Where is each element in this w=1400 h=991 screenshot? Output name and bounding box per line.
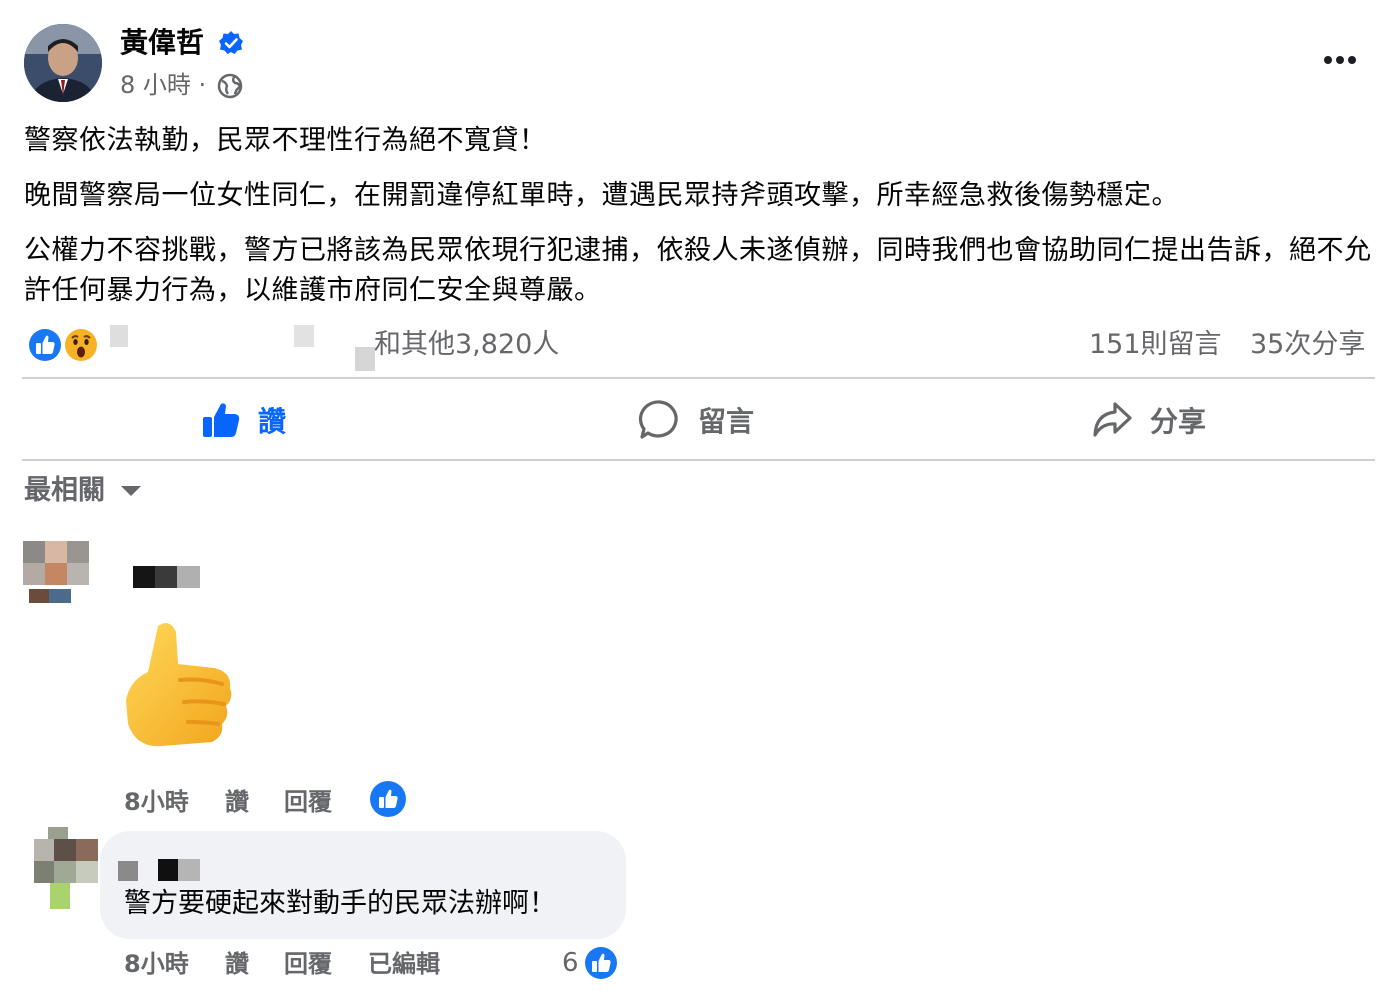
- comment-like-reaction-icon[interactable]: [582, 944, 620, 982]
- comment-timestamp[interactable]: 8小時: [124, 785, 189, 819]
- comment-edited-label[interactable]: 已編輯: [368, 947, 440, 981]
- comments-count[interactable]: 151則留言: [1089, 326, 1222, 364]
- reaction-summary[interactable]: 和其他3,820人: [374, 326, 559, 364]
- globe-icon[interactable]: [216, 72, 244, 100]
- wow-reaction-icon[interactable]: [62, 326, 100, 364]
- post-paragraph-1: 警察依法執勤，民眾不理性行為絕不寬貸！: [24, 125, 547, 156]
- share-arrow-icon: [1093, 402, 1132, 437]
- comment-reply-link[interactable]: 回覆: [284, 947, 332, 981]
- comment-like-link[interactable]: 讚: [225, 947, 249, 981]
- commenter-avatar[interactable]: [34, 827, 98, 909]
- shares-count[interactable]: 35次分享: [1250, 326, 1365, 364]
- avatar-image: [24, 24, 102, 102]
- comment-text: 警方要硬起來對動手的民眾法辦啊！: [124, 888, 556, 919]
- comment-button[interactable]: 留言: [638, 392, 754, 448]
- comment-like-count[interactable]: 6: [562, 944, 579, 982]
- comment-timestamp[interactable]: 8小時: [124, 947, 189, 981]
- redacted-commenter-name[interactable]: [118, 859, 200, 881]
- caret-down-icon: [121, 486, 141, 496]
- commenter-avatar[interactable]: [23, 541, 89, 603]
- post-timestamp[interactable]: 8 小時 ·: [120, 68, 206, 102]
- comment-like-link[interactable]: 讚: [225, 785, 249, 819]
- like-button-label: 讚: [258, 405, 287, 438]
- verified-badge-icon: [219, 31, 243, 54]
- like-thumb-icon: [203, 403, 240, 437]
- like-reaction-icon[interactable]: [26, 326, 64, 364]
- post-paragraph-3: 公權力不容挑戰，警方已將該為民眾依現行犯逮捕，依殺人未遂偵辦，同時我們也會協助同…: [24, 235, 1372, 306]
- share-button-label: 分享: [1150, 405, 1207, 438]
- comment-button-label: 留言: [698, 405, 755, 438]
- divider: [22, 377, 1375, 379]
- comment-like-reaction-icon[interactable]: [369, 780, 407, 818]
- divider: [22, 459, 1375, 461]
- author-avatar[interactable]: [24, 24, 102, 102]
- redacted-commenter-name[interactable]: [133, 566, 200, 588]
- comment-sort-dropdown[interactable]: 最相關: [24, 472, 141, 510]
- redacted-name-block: [110, 325, 128, 347]
- comment-bubble-icon: [638, 400, 678, 439]
- comment-reply-link[interactable]: 回覆: [284, 785, 332, 819]
- redacted-name-block: [355, 347, 375, 371]
- more-options-icon[interactable]: [1316, 44, 1364, 74]
- thumbs-up-sticker-icon: [126, 623, 232, 747]
- share-button[interactable]: 分享: [1090, 392, 1206, 448]
- redacted-name-block: [294, 325, 314, 347]
- post-paragraph-2: 晚間警察局一位女性同仁，在開罰違停紅單時，遭遇民眾持斧頭攻擊，所幸經急救後傷勢穩…: [24, 180, 1179, 211]
- like-button[interactable]: 讚: [200, 392, 286, 448]
- sort-label: 最相關: [24, 475, 105, 506]
- author-name[interactable]: 黃偉哲: [120, 24, 204, 62]
